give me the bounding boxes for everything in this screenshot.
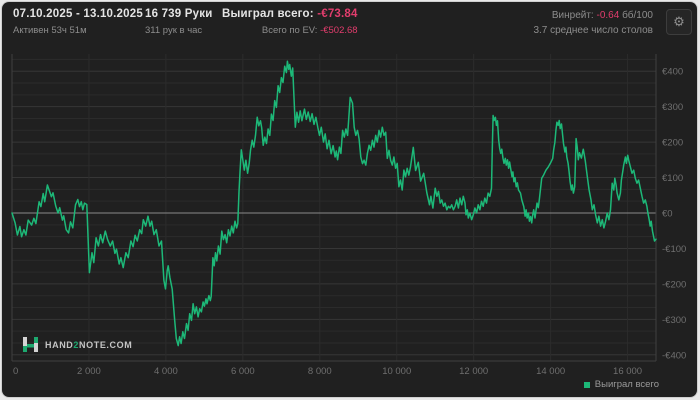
gear-icon: ⚙	[673, 14, 685, 29]
y-axis-label: €0	[662, 209, 673, 220]
x-axis-label: 10 000	[382, 366, 411, 377]
legend-green-dot-icon	[583, 381, 590, 388]
x-axis-label: 8 000	[308, 366, 332, 377]
y-axis-label: -€200	[662, 279, 686, 290]
y-axis-label: -€100	[662, 244, 686, 255]
winnings-line	[11, 60, 657, 347]
date-range-stat: 07.10.2025 - 13.10.2025 Активен 53ч 51м	[13, 8, 143, 36]
x-axis-label: 0	[13, 366, 18, 377]
legend-item-winnings[interactable]: Выиграл всего	[583, 379, 659, 390]
hand2note-logo-icon	[23, 337, 38, 352]
winrate-value: -0.64	[596, 10, 620, 21]
active-time: Активен 53ч 51м	[13, 24, 87, 36]
x-axis-label: 12 000	[459, 366, 488, 377]
x-axis-label: 6 000	[231, 366, 255, 377]
y-axis-label: -€300	[662, 315, 686, 326]
ev-label: Всего по EV:	[261, 24, 318, 36]
winrate-stat: Винрейт: -0.64 бб/100 3.7 среднее число …	[533, 11, 653, 36]
settings-button[interactable]: ⚙	[666, 9, 692, 35]
x-axis-label: 4 000	[154, 366, 178, 377]
ev-value: -€502.68	[320, 24, 358, 36]
hand2note-graph-window: €400 €300 €200 €100 €0 -€100 -€200 -€300 -€400 0 2…	[2, 2, 697, 397]
y-axis-label: €100	[662, 173, 683, 184]
hands-stat: 16 739 Руки 311 рук в час	[145, 8, 213, 36]
winrate-unit: бб/100	[622, 10, 653, 21]
y-axis-label: €400	[662, 67, 683, 78]
won-label: Выиграл всего:	[222, 8, 314, 20]
y-axis-label: €300	[662, 102, 683, 113]
avg-tables: 3.7 среднее число столов	[533, 25, 653, 36]
date-range: 07.10.2025 - 13.10.2025	[13, 8, 143, 20]
y-axis-label: €200	[662, 138, 683, 149]
x-axis-label: 16 000	[613, 366, 642, 377]
legend-label: Выиграл всего	[594, 379, 659, 390]
ev-line: Всего по EV: -€502.68	[222, 24, 358, 36]
stats-header: 07.10.2025 - 13.10.2025 Активен 53ч 51м …	[2, 2, 697, 52]
won-total-line: Выиграл всего: -€73.84	[222, 8, 358, 21]
winrate-label: Винрейт:	[551, 10, 594, 21]
x-axis-label: 14 000	[536, 366, 565, 377]
hand2note-logo: HAND2NOTE.COM	[22, 336, 132, 353]
winnings-stat: Выиграл всего: -€73.84 Всего по EV: -€50…	[222, 8, 358, 36]
hands-per-hour: 311 рук в час	[145, 24, 203, 36]
x-axis-label: 2 000	[77, 366, 101, 377]
y-axis-label: -€400	[662, 350, 686, 361]
won-value: -€73.84	[317, 8, 358, 20]
hands-total: 16 739 Руки	[145, 8, 213, 20]
hand2note-logo-text: HAND2NOTE.COM	[45, 339, 133, 350]
winrate-line: Винрейт: -0.64 бб/100	[533, 11, 653, 21]
